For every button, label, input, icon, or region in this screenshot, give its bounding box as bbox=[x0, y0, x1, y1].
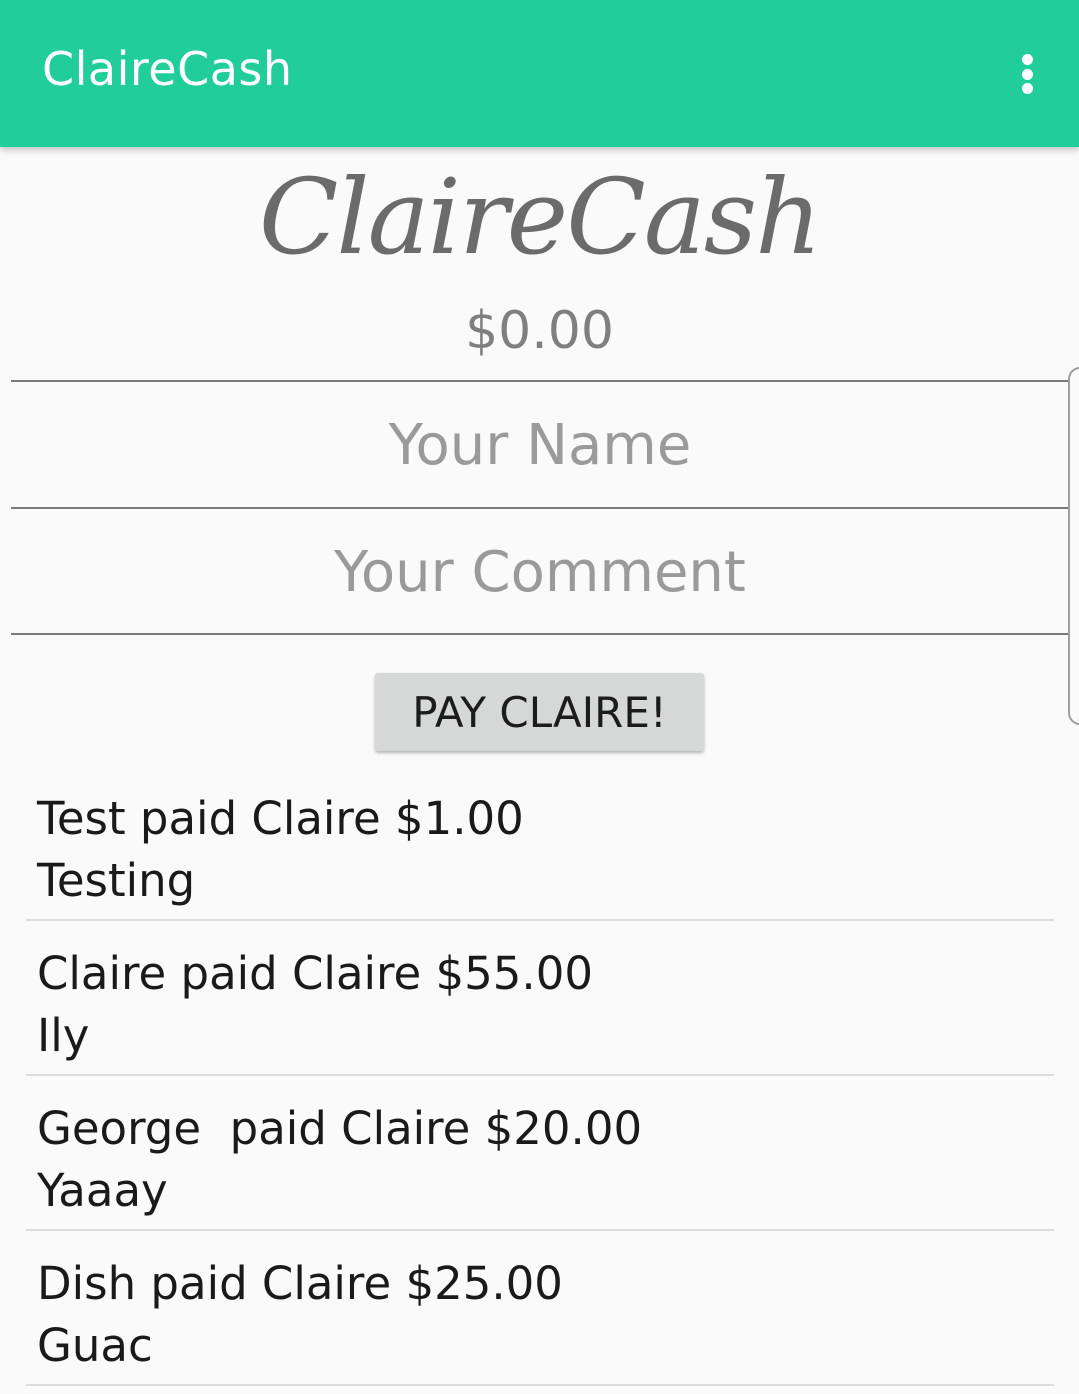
edge-panel-handle[interactable] bbox=[1068, 367, 1079, 725]
transaction-comment: Guac bbox=[37, 1319, 153, 1372]
transaction-comment: Yaaay bbox=[37, 1164, 168, 1217]
balance-amount: $0.00 bbox=[465, 301, 614, 361]
transaction-summary: Test paid Claire $1.00 bbox=[37, 792, 524, 845]
transaction-comment: Testing bbox=[37, 854, 196, 907]
name-input[interactable] bbox=[11, 382, 1069, 508]
comment-input[interactable] bbox=[11, 509, 1069, 635]
transaction-list: Test paid Claire $1.00 Testing Claire pa… bbox=[26, 766, 1054, 1386]
app-bar: ClaireCash bbox=[0, 0, 1079, 147]
name-field-container bbox=[11, 382, 1069, 508]
menu-dot bbox=[1021, 83, 1033, 94]
transaction-item[interactable]: Test paid Claire $1.00 Testing bbox=[26, 766, 1054, 921]
transaction-item[interactable]: Dish paid Claire $25.00 Guac bbox=[26, 1231, 1054, 1386]
app-bar-title: ClaireCash bbox=[42, 42, 293, 96]
transaction-summary: Dish paid Claire $25.00 bbox=[37, 1257, 563, 1310]
transaction-item[interactable]: George paid Claire $20.00 Yaaay bbox=[26, 1076, 1054, 1231]
app-screen: ClaireCash ClaireCash $0.00 PAY CLAIRE! … bbox=[0, 0, 1079, 1394]
logo-text: ClaireCash bbox=[258, 156, 822, 278]
overflow-menu-icon[interactable] bbox=[1005, 44, 1049, 104]
comment-input-underline bbox=[11, 633, 1069, 635]
transaction-comment: Ily bbox=[37, 1009, 90, 1062]
menu-dot bbox=[1021, 54, 1033, 65]
menu-dot bbox=[1021, 68, 1033, 80]
transaction-summary: Claire paid Claire $55.00 bbox=[37, 947, 593, 1000]
transaction-summary: George paid Claire $20.00 bbox=[37, 1102, 643, 1155]
comment-field-container bbox=[11, 509, 1069, 635]
pay-claire-button[interactable]: PAY CLAIRE! bbox=[375, 673, 704, 751]
transaction-item[interactable]: Claire paid Claire $55.00 Ily bbox=[26, 921, 1054, 1076]
